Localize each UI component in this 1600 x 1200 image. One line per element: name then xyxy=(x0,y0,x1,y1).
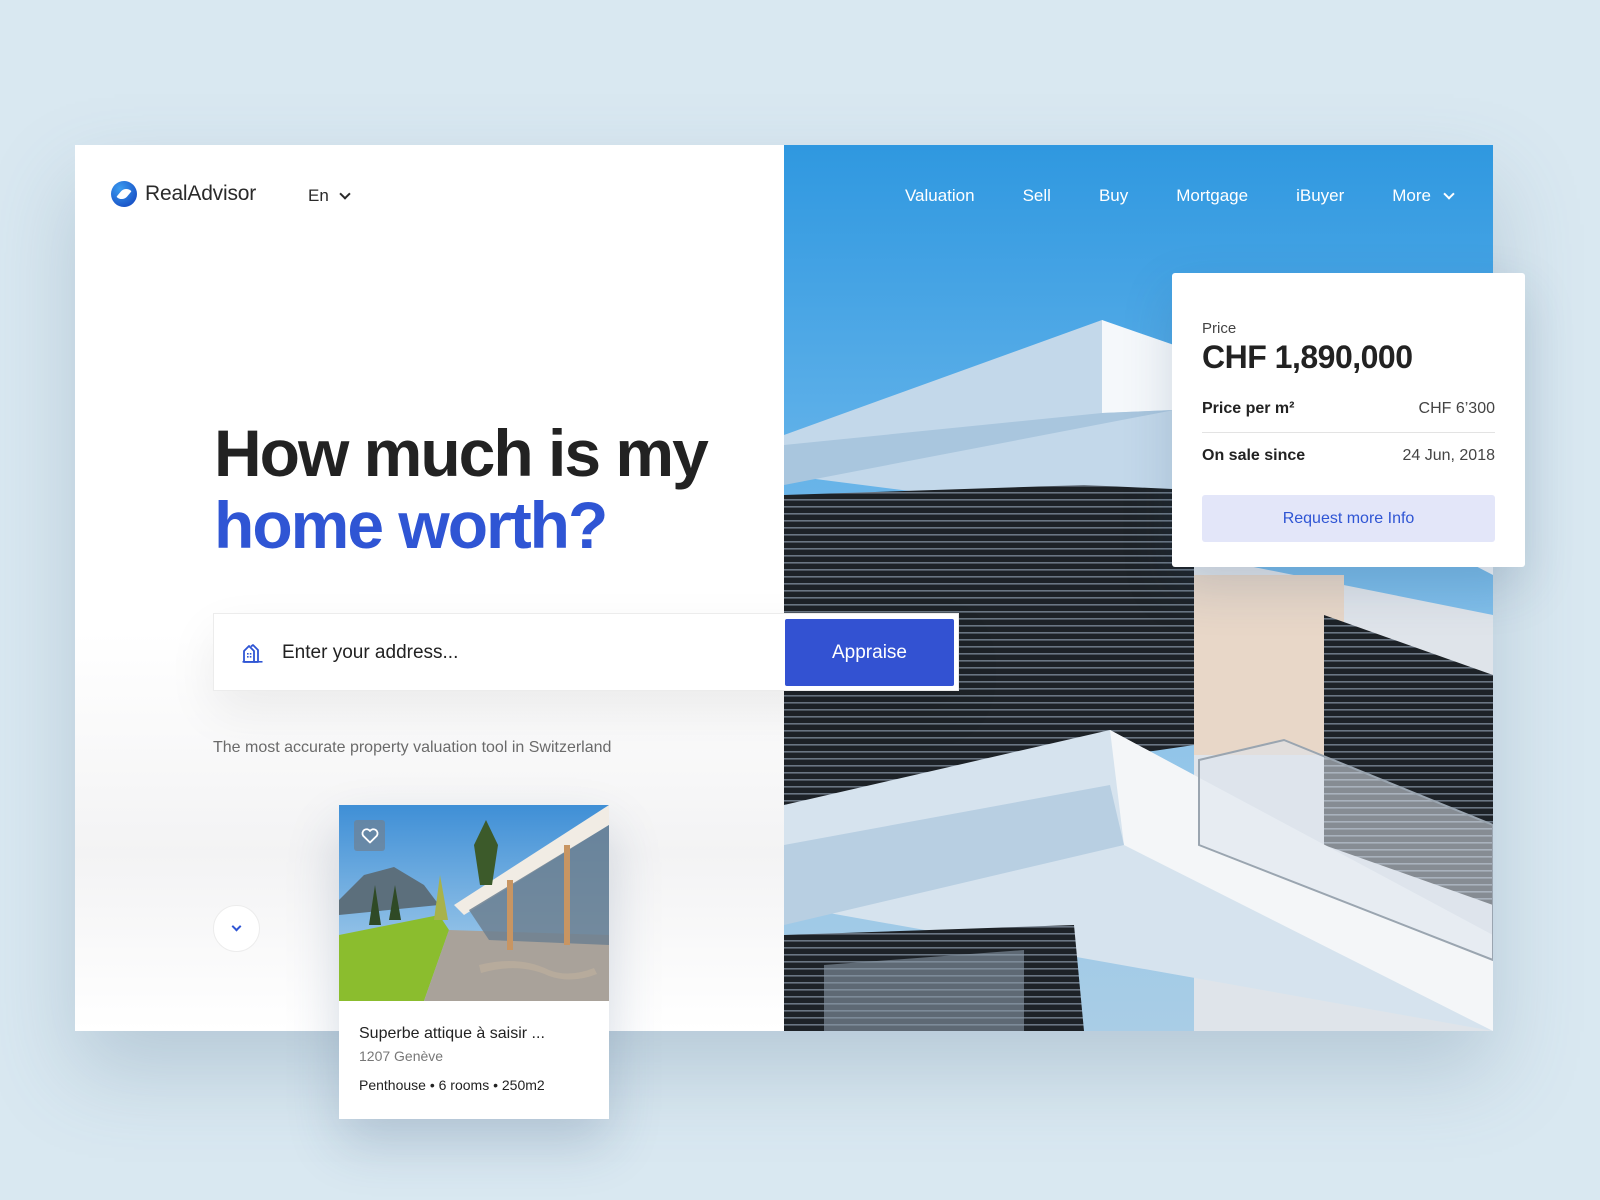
row-value: CHF 6’300 xyxy=(1418,400,1495,417)
nav-valuation[interactable]: Valuation xyxy=(905,186,975,206)
logo-icon xyxy=(111,181,137,207)
chevron-down-icon xyxy=(1443,187,1455,200)
listing-card[interactable]: Superbe attique à saisir ... 1207 Genève… xyxy=(339,805,609,1119)
nav-more-label: More xyxy=(1392,186,1431,205)
price-card: Price CHF 1,890,000 Price per m² CHF 6’3… xyxy=(1172,273,1525,567)
language-selector[interactable]: En xyxy=(308,186,351,206)
hero-title-line2: home worth? xyxy=(214,488,608,562)
hero-tagline: The most accurate property valuation too… xyxy=(213,739,612,756)
logo-text: RealAdvisor xyxy=(145,182,257,205)
listing-photo xyxy=(339,805,609,1001)
nav-buy[interactable]: Buy xyxy=(1099,186,1128,206)
address-input[interactable] xyxy=(282,634,762,672)
heart-icon xyxy=(361,827,378,843)
on-sale-since-row: On sale since 24 Jun, 2018 xyxy=(1202,433,1495,479)
language-label: En xyxy=(308,186,329,205)
main-nav: Valuation Sell Buy Mortgage iBuyer More xyxy=(905,186,1455,206)
row-key: Price per m² xyxy=(1202,400,1295,417)
price-label: Price xyxy=(1202,320,1237,337)
chevron-down-icon xyxy=(339,187,351,200)
logo[interactable]: RealAdvisor xyxy=(111,181,256,207)
nav-sell[interactable]: Sell xyxy=(1023,186,1051,206)
row-key: On sale since xyxy=(1202,447,1306,464)
row-value: 24 Jun, 2018 xyxy=(1402,447,1495,464)
nav-ibuyer[interactable]: iBuyer xyxy=(1296,186,1344,206)
nav-mortgage[interactable]: Mortgage xyxy=(1176,186,1248,206)
listing-title: Superbe attique à saisir ... xyxy=(359,1025,545,1042)
hero-title: How much is my home worth? xyxy=(214,416,709,562)
scroll-down-button[interactable] xyxy=(213,905,260,952)
favorite-button[interactable] xyxy=(354,820,385,851)
request-info-button[interactable]: Request more Info xyxy=(1202,495,1495,542)
hero-title-line1: How much is my xyxy=(214,416,709,490)
nav-more[interactable]: More xyxy=(1392,186,1455,206)
price-value: CHF 1,890,000 xyxy=(1202,339,1413,375)
price-per-m2-row: Price per m² CHF 6’300 xyxy=(1202,386,1495,433)
chevron-down-icon xyxy=(231,921,242,931)
listing-location: 1207 Genève xyxy=(359,1048,444,1064)
address-search: Appraise xyxy=(213,613,959,691)
listing-meta: Penthouse • 6 rooms • 250m2 xyxy=(359,1077,545,1093)
building-icon xyxy=(242,644,263,663)
appraise-button[interactable]: Appraise xyxy=(785,619,954,686)
